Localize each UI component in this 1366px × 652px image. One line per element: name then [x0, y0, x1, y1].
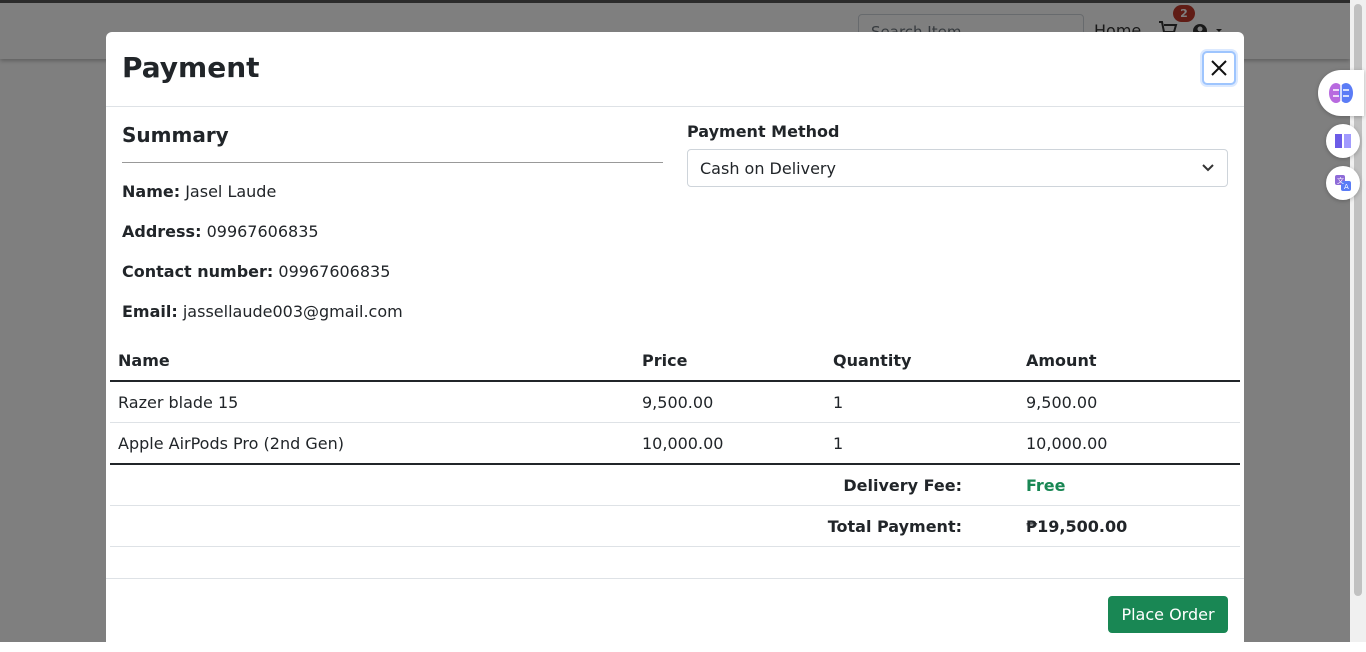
- item-amount: 9,500.00: [1018, 381, 1240, 423]
- customer-name: Name: Jasel Laude: [122, 182, 276, 201]
- address-label: Address:: [122, 222, 202, 241]
- name-value: Jasel Laude: [185, 182, 277, 201]
- name-label: Name:: [122, 182, 181, 201]
- modal-footer-divider: [106, 578, 1244, 579]
- payment-method-value: Cash on Delivery: [700, 158, 836, 178]
- svg-text:文: 文: [1337, 176, 1344, 185]
- address-value: 09967606835: [206, 222, 319, 241]
- window-top-edge: [0, 0, 1366, 3]
- item-quantity: 1: [825, 381, 1018, 423]
- item-name: Apple AirPods Pro (2nd Gen): [110, 422, 634, 465]
- item-name: Razer blade 15: [110, 381, 634, 423]
- contact-label: Contact number:: [122, 262, 274, 281]
- customer-email: Email: jassellaude003@gmail.com: [122, 302, 403, 321]
- total-payment-row: Total Payment: ₱19,500.00: [110, 505, 1240, 547]
- modal-header: Payment: [106, 32, 1244, 107]
- delivery-fee-row: Delivery Fee: Free: [110, 464, 1240, 506]
- close-icon: [1211, 60, 1227, 76]
- email-value: jassellaude003@gmail.com: [182, 302, 403, 321]
- svg-text:A: A: [1344, 183, 1349, 191]
- table-header-row: Name Price Quantity Amount: [110, 340, 1240, 382]
- modal-title: Payment: [122, 51, 260, 84]
- translate-icon[interactable]: 文A: [1326, 166, 1360, 200]
- item-price: 10,000.00: [634, 422, 825, 465]
- delivery-fee-value: Free: [1018, 464, 1240, 506]
- summary-heading: Summary: [122, 123, 229, 147]
- payment-method-select[interactable]: Cash on Delivery: [687, 149, 1228, 187]
- close-button[interactable]: [1202, 51, 1236, 85]
- item-price: 9,500.00: [634, 381, 825, 423]
- column-header-amount: Amount: [1018, 340, 1240, 382]
- book-icon[interactable]: [1326, 124, 1360, 158]
- total-payment-label: Total Payment:: [110, 505, 1018, 547]
- customer-contact: Contact number: 09967606835: [122, 262, 390, 281]
- table-row: Razer blade 15 9,500.00 1 9,500.00: [110, 381, 1240, 423]
- chevron-down-icon: [1202, 164, 1214, 172]
- item-quantity: 1: [825, 422, 1018, 465]
- column-header-quantity: Quantity: [825, 340, 1018, 382]
- delivery-fee-label: Delivery Fee:: [110, 464, 1018, 506]
- total-payment-value: ₱19,500.00: [1018, 505, 1240, 547]
- table-row: Apple AirPods Pro (2nd Gen) 10,000.00 1 …: [110, 422, 1240, 465]
- brain-icon[interactable]: [1318, 70, 1364, 116]
- item-amount: 10,000.00: [1018, 422, 1240, 465]
- order-items-table: Name Price Quantity Amount Razer blade 1…: [110, 340, 1240, 547]
- payment-method-label: Payment Method: [687, 122, 840, 141]
- place-order-button[interactable]: Place Order: [1108, 596, 1228, 633]
- contact-value: 09967606835: [278, 262, 391, 281]
- divider: [122, 162, 663, 163]
- column-header-name: Name: [110, 340, 634, 382]
- email-label: Email:: [122, 302, 178, 321]
- payment-modal: Payment Summary Name: Jasel Laude Addres…: [106, 32, 1244, 652]
- column-header-price: Price: [634, 340, 825, 382]
- customer-address: Address: 09967606835: [122, 222, 319, 241]
